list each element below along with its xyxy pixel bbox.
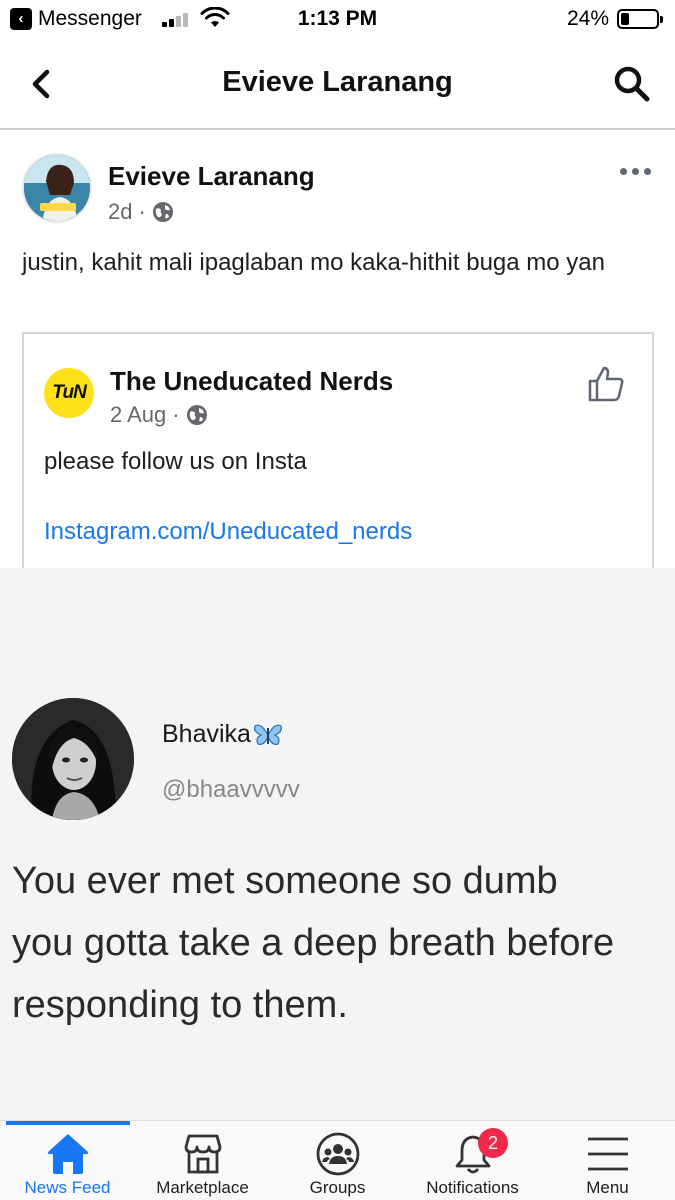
tab-label: Marketplace bbox=[156, 1178, 249, 1197]
tab-marketplace[interactable]: Marketplace bbox=[135, 1121, 270, 1200]
post-text: justin, kahit mali ipaglaban mo kaka-hit… bbox=[22, 249, 605, 276]
page-logo[interactable]: TuN bbox=[44, 368, 94, 418]
shared-post-text: please follow us on Insta bbox=[44, 448, 307, 475]
globe-icon bbox=[152, 202, 173, 222]
tweet-handle: @bhaavvvvv bbox=[162, 776, 300, 803]
meta-separator-dot: · bbox=[138, 199, 146, 224]
tab-news-feed[interactable]: News Feed bbox=[0, 1121, 135, 1200]
tab-groups[interactable]: Groups bbox=[270, 1121, 405, 1200]
butterfly-emoji-icon bbox=[253, 723, 282, 745]
tweet-author-name-text: Bhavika bbox=[162, 720, 251, 748]
tab-menu[interactable]: Menu bbox=[540, 1121, 675, 1200]
globe-icon bbox=[186, 405, 207, 425]
shared-post-card[interactable]: TuN The Uneducated Nerds 2 Aug · please … bbox=[22, 332, 654, 572]
tweet-author-name: Bhavika bbox=[162, 720, 283, 749]
groups-icon bbox=[316, 1132, 359, 1176]
status-bar: ‹ Messenger 1:13 PM 24% bbox=[0, 0, 675, 40]
battery-percent: 24% bbox=[567, 7, 610, 30]
post-time[interactable]: 2d bbox=[108, 199, 132, 225]
marketplace-icon bbox=[184, 1134, 221, 1174]
menu-icon bbox=[587, 1137, 628, 1171]
shared-page-name[interactable]: The Uneducated Nerds bbox=[110, 366, 393, 397]
shared-post-date[interactable]: 2 Aug bbox=[110, 402, 166, 428]
tweet-text-line: responding to them. bbox=[12, 984, 348, 1026]
tab-label: Menu bbox=[586, 1178, 629, 1197]
author-avatar[interactable] bbox=[22, 153, 92, 223]
tweet-text-line: You ever met someone so dumb bbox=[12, 860, 558, 902]
tweet-text-line: you gotta take a deep breath before bbox=[12, 922, 615, 964]
shared-post-meta: 2 Aug · bbox=[110, 402, 208, 428]
notifications-badge: 2 bbox=[478, 1128, 508, 1158]
battery-icon bbox=[617, 9, 663, 29]
bottom-tab-bar: News Feed Marketplace Groups 2 Notificat… bbox=[0, 1120, 675, 1200]
meta-separator-dot: · bbox=[172, 402, 180, 427]
post-meta: 2d · bbox=[108, 199, 174, 225]
page-title: Evieve Laranang bbox=[222, 66, 453, 98]
like-page-icon[interactable] bbox=[586, 364, 626, 404]
battery-level bbox=[621, 13, 629, 25]
post-author-name[interactable]: Evieve Laranang bbox=[108, 161, 315, 192]
tab-label: Groups bbox=[309, 1178, 366, 1197]
tweet-text: You ever met someone so dumb you gotta t… bbox=[12, 850, 675, 1036]
instagram-link[interactable]: Instagram.com/Uneducated_nerds bbox=[44, 518, 412, 546]
tab-label: News Feed bbox=[24, 1178, 111, 1197]
more-options-icon[interactable] bbox=[620, 168, 654, 178]
tab-notifications[interactable]: 2 Notifications bbox=[405, 1121, 540, 1200]
tweet-author-avatar bbox=[12, 698, 134, 820]
tab-label: Notifications bbox=[426, 1178, 519, 1197]
nav-header: Evieve Laranang bbox=[0, 40, 675, 130]
post-image[interactable]: Bhavika @bhaavvvvv You ever met someone … bbox=[0, 568, 675, 1120]
home-icon bbox=[47, 1134, 88, 1174]
search-icon[interactable] bbox=[612, 64, 652, 104]
